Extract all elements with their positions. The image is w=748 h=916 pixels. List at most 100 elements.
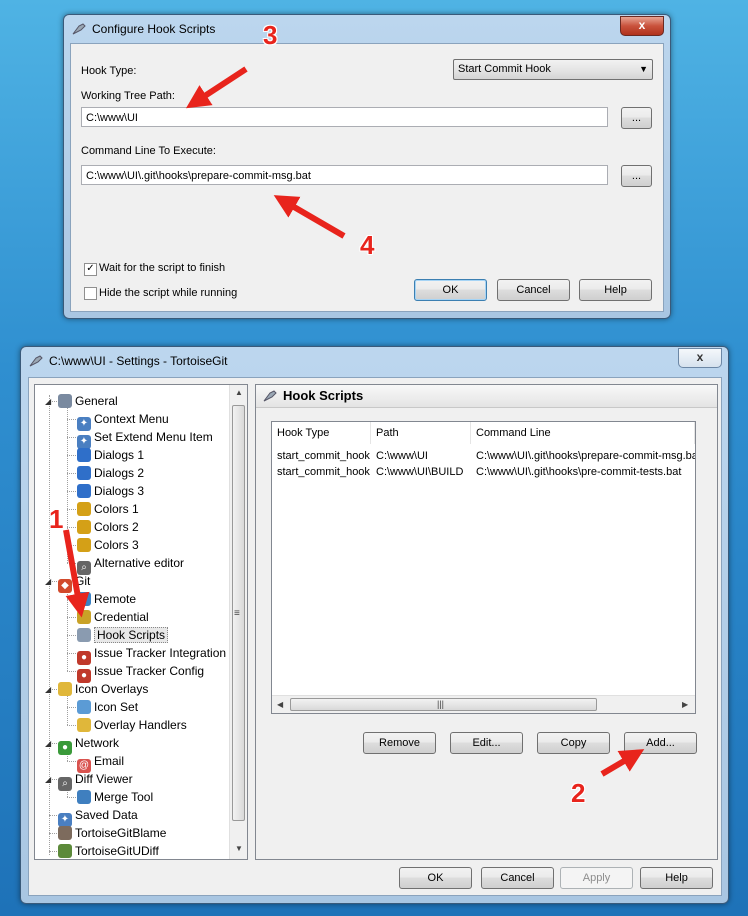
wrench-icon: [58, 394, 72, 408]
tree-item-email[interactable]: @ Email: [77, 752, 124, 773]
hide-checkbox[interactable]: [84, 287, 97, 300]
command-line-browse-button[interactable]: ...: [621, 165, 652, 187]
scroll-right-icon[interactable]: ▶: [682, 700, 688, 709]
remote-icon: [77, 592, 91, 606]
tree-item-tortoisegitblame[interactable]: TortoiseGitBlame: [58, 824, 166, 842]
tree-item-network[interactable]: ● Network: [58, 734, 120, 755]
expand-toggle-icon[interactable]: ◢: [45, 685, 51, 694]
column-header-hook-type[interactable]: Hook Type: [272, 422, 371, 444]
tree-item-diff-viewer[interactable]: ⌕ Diff Viewer: [58, 770, 133, 791]
table-row[interactable]: start_commit_hook C:\www\UI\BUILD C:\www…: [272, 464, 695, 482]
cell-path: C:\www\UI: [376, 450, 428, 462]
tree-item-label: Dialogs 3: [94, 484, 145, 498]
tree-item-dialogs-2[interactable]: Dialogs 2: [77, 464, 144, 482]
command-line-input[interactable]: C:\www\UI\.git\hooks\prepare-commit-msg.…: [81, 165, 608, 185]
add-button[interactable]: Add...: [624, 732, 697, 754]
hook-app-icon: [72, 23, 86, 35]
settings-titlebar[interactable]: C:\www\UI - Settings - TortoiseGit x: [21, 347, 728, 375]
tree-item-issue-tracker-config[interactable]: ● Issue Tracker Config: [77, 662, 204, 683]
tree-item-overlay-handlers[interactable]: Overlay Handlers: [77, 716, 187, 734]
tree-item-issue-tracker-integration[interactable]: ● Issue Tracker Integration: [77, 644, 226, 665]
settings-tree[interactable]: General ◢ ✦ Context Menu ✦ Set Extend Menu It…: [34, 384, 248, 860]
tree-item-icon-overlays[interactable]: Icon Overlays: [58, 680, 148, 698]
tree-item-label: Network: [75, 736, 120, 750]
merge-icon: [77, 790, 91, 804]
wait-checkbox-label: Wait for the script to finish: [99, 262, 226, 274]
chevron-down-icon: ▼: [639, 64, 648, 74]
tree-connector: [67, 437, 76, 438]
settings-cancel-button[interactable]: Cancel: [481, 867, 554, 889]
tree-connector: [67, 725, 76, 726]
tree-item-label: Icon Overlays: [75, 682, 149, 696]
ok-button[interactable]: OK: [414, 279, 487, 301]
expand-toggle-icon[interactable]: ◢: [45, 577, 51, 586]
tree-connector: [49, 833, 57, 834]
tree-item-dialogs-3[interactable]: Dialogs 3: [77, 482, 144, 500]
tree-connector: [67, 797, 76, 798]
dialogs-icon: [77, 466, 91, 480]
scroll-down-icon[interactable]: ▼: [235, 844, 243, 853]
scroll-up-icon[interactable]: ▲: [235, 388, 243, 397]
dialog-titlebar[interactable]: Configure Hook Scripts x: [64, 15, 670, 43]
tree-item-label: Merge Tool: [94, 790, 154, 804]
command-line-label: Command Line To Execute:: [81, 145, 216, 157]
grip-icon: |||: [437, 699, 445, 709]
tree-item-label: Credential: [94, 610, 149, 624]
expand-toggle-icon[interactable]: ◢: [45, 397, 51, 406]
tree-item-context-menu[interactable]: ✦ Context Menu: [77, 410, 169, 431]
tree-item-colors-2[interactable]: Colors 2: [77, 518, 139, 536]
settings-ok-button[interactable]: OK: [399, 867, 472, 889]
blame-icon: [58, 826, 72, 840]
wait-checkbox[interactable]: ✓: [84, 263, 97, 276]
help-button[interactable]: Help: [579, 279, 652, 301]
dialog-client-area: Hook Type: Start Commit Hook ▼ Working T…: [70, 43, 664, 312]
tree-item-git[interactable]: ◆ Git: [58, 572, 91, 593]
tree-item-label: Diff Viewer: [75, 772, 133, 786]
cancel-button[interactable]: Cancel: [497, 279, 570, 301]
tree-item-credential[interactable]: Credential: [77, 608, 149, 626]
tree-scrollbar[interactable]: ▲ ≡ ▼: [229, 385, 247, 859]
expand-toggle-icon[interactable]: ◢: [45, 775, 51, 784]
column-header-command-line[interactable]: Command Line: [471, 422, 695, 444]
working-tree-label: Working Tree Path:: [81, 90, 175, 102]
tree-item-tortoisegitudiff[interactable]: TortoiseGitUDiff: [58, 842, 159, 859]
hook-icon: [263, 390, 277, 402]
annotation-number-3: 3: [263, 20, 278, 50]
settings-help-button[interactable]: Help: [640, 867, 713, 889]
tree-item-general[interactable]: General: [58, 392, 118, 410]
expand-toggle-icon[interactable]: ◢: [45, 739, 51, 748]
list-hscrollbar[interactable]: ◀ ||| ▶: [272, 695, 695, 713]
edit-button[interactable]: Edit...: [450, 732, 523, 754]
tree-connector: [67, 455, 76, 456]
scroll-left-icon[interactable]: ◀: [277, 700, 283, 709]
tree-connector: [67, 761, 76, 762]
dialog-title: Configure Hook Scripts: [92, 22, 216, 36]
settings-apply-button[interactable]: Apply: [560, 867, 633, 889]
working-tree-browse-button[interactable]: ...: [621, 107, 652, 129]
settings-close-button[interactable]: x: [678, 348, 722, 368]
tree-item-merge-tool[interactable]: Merge Tool: [77, 788, 153, 806]
tree-item-label: Hook Scripts: [94, 627, 169, 643]
tree-item-icon-set[interactable]: Icon Set: [77, 698, 138, 716]
iconset-icon: [77, 700, 91, 714]
working-tree-input[interactable]: C:\www\UI: [81, 107, 608, 127]
tree-item-dialogs-1[interactable]: Dialogs 1: [77, 446, 144, 464]
copy-button[interactable]: Copy: [537, 732, 610, 754]
remove-button[interactable]: Remove: [363, 732, 436, 754]
dialog-close-button[interactable]: x: [620, 16, 664, 36]
tree-item-colors-1[interactable]: Colors 1: [77, 500, 139, 518]
tree-item-saved-data[interactable]: ✦ Saved Data: [58, 806, 138, 827]
tree-item-label: Git: [75, 574, 91, 588]
tree-item-label: Context Menu: [94, 412, 169, 426]
tree-item-colors-3[interactable]: Colors 3: [77, 536, 139, 554]
hook-scripts-list[interactable]: Hook Type Path Command Line start_commit…: [271, 421, 696, 714]
hook-type-select[interactable]: Start Commit Hook ▼: [453, 59, 653, 80]
column-header-path[interactable]: Path: [371, 422, 471, 444]
tree-item-set-extend-menu-item[interactable]: ✦ Set Extend Menu Item: [77, 428, 213, 449]
tree-connector: [67, 563, 76, 564]
tree-item-alternative-editor[interactable]: ⌕ Alternative editor: [77, 554, 184, 575]
dialogs-icon: [77, 484, 91, 498]
tree-connector: [49, 851, 57, 852]
tree-item-remote[interactable]: Remote: [77, 590, 136, 608]
tree-item-hook-scripts[interactable]: Hook Scripts: [77, 626, 169, 644]
